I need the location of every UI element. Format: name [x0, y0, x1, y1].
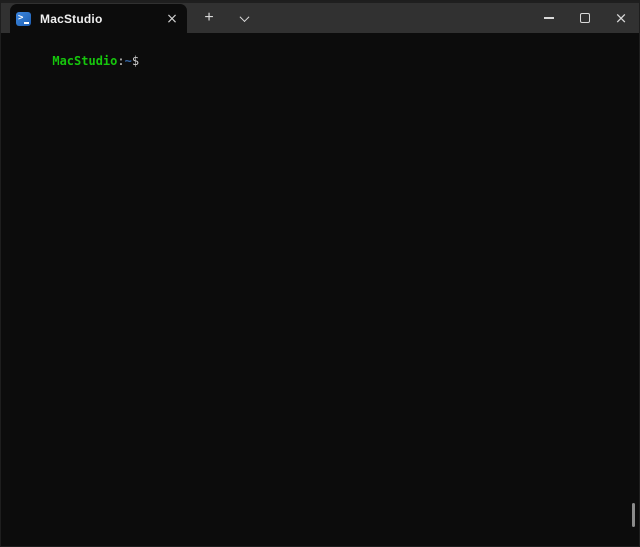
- close-icon: ×: [166, 10, 178, 27]
- terminal-screen[interactable]: MacStudio:~$: [1, 33, 639, 546]
- plus-icon: +: [204, 9, 214, 26]
- app-window: > MacStudio × + × MacStudio:~$: [0, 0, 640, 547]
- close-button[interactable]: ×: [603, 3, 639, 33]
- window-controls: ×: [531, 3, 639, 33]
- maximize-button[interactable]: [567, 3, 603, 33]
- chevron-down-icon: [239, 11, 249, 22]
- prompt-symbol: $: [131, 54, 140, 68]
- powershell-icon: >: [16, 11, 31, 26]
- new-tab-button[interactable]: +: [194, 4, 224, 32]
- tab-dropdown-button[interactable]: [230, 4, 258, 32]
- tab-close-button[interactable]: ×: [163, 10, 181, 28]
- minimize-icon: [544, 17, 554, 19]
- terminal-tab[interactable]: > MacStudio ×: [10, 4, 187, 33]
- minimize-button[interactable]: [531, 3, 567, 33]
- prompt-colon: :: [117, 54, 125, 68]
- tab-title: MacStudio: [40, 11, 103, 26]
- titlebar-drag-region: [258, 3, 531, 33]
- close-icon: ×: [614, 8, 628, 27]
- prompt-path: ~: [124, 54, 132, 68]
- maximize-icon: [580, 13, 590, 23]
- prompt-host: MacStudio: [52, 54, 118, 68]
- prompt-line: MacStudio:~$: [9, 37, 631, 85]
- scrollbar-thumb[interactable]: [632, 503, 635, 527]
- titlebar: > MacStudio × + ×: [1, 1, 639, 33]
